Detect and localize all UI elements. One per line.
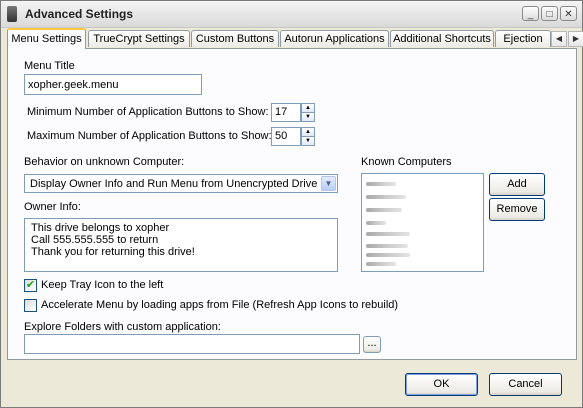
owner-info-line: Thank you for returning this drive!: [31, 246, 195, 258]
owner-info-textarea[interactable]: This drive belongs to xopher Call 555.55…: [24, 218, 338, 272]
add-button[interactable]: Add: [489, 173, 545, 196]
minimize-button[interactable]: _: [522, 6, 539, 21]
behavior-label: Behavior on unknown Computer:: [24, 156, 185, 168]
menu-title-label: Menu Title: [24, 60, 75, 72]
tab-strip: Menu Settings TrueCrypt Settings Custom …: [7, 28, 583, 49]
tab-additional-shortcuts[interactable]: Additional Shortcuts: [390, 30, 494, 47]
tab-truecrypt-settings[interactable]: TrueCrypt Settings: [88, 30, 190, 47]
close-button[interactable]: ✕: [560, 6, 577, 21]
keep-tray-checkbox[interactable]: ✔: [24, 279, 37, 292]
cancel-button[interactable]: Cancel: [489, 373, 562, 396]
maximize-button[interactable]: □: [541, 6, 558, 21]
advanced-settings-window: Advanced Settings _ □ ✕ Menu Settings Tr…: [0, 0, 583, 408]
accelerate-menu-checkbox[interactable]: [24, 299, 37, 312]
min-buttons-value[interactable]: 17: [271, 103, 301, 122]
list-item[interactable]: [366, 221, 386, 225]
chevron-down-icon[interactable]: ▼: [321, 176, 336, 191]
list-item[interactable]: [366, 253, 410, 257]
min-buttons-label: Minimum Number of Application Buttons to…: [27, 106, 269, 118]
usb-drive-icon: [7, 6, 17, 22]
known-computers-list[interactable]: [361, 173, 484, 272]
tab-scroll-arrows: ◀ ▶: [551, 31, 583, 47]
browse-button[interactable]: ...: [363, 336, 381, 353]
owner-info-line: This drive belongs to xopher: [31, 222, 170, 234]
owner-info-label: Owner Info:: [24, 201, 81, 213]
tab-ejection[interactable]: Ejection: [495, 30, 551, 47]
window-title: Advanced Settings: [25, 7, 134, 21]
tab-autorun-applications[interactable]: Autorun Applications: [280, 30, 389, 47]
explore-folders-label: Explore Folders with custom application:: [24, 321, 221, 333]
behavior-selected: Display Owner Info and Run Menu from Une…: [30, 178, 318, 190]
list-item[interactable]: [366, 244, 408, 248]
max-buttons-label: Maximum Number of Application Buttons to…: [27, 130, 272, 142]
list-item[interactable]: [366, 182, 396, 186]
max-buttons-value[interactable]: 50: [271, 127, 301, 146]
ok-button[interactable]: OK: [405, 373, 478, 396]
tab-scroll-left-icon[interactable]: ◀: [551, 31, 567, 47]
list-item[interactable]: [366, 195, 406, 199]
max-buttons-down-icon[interactable]: ▼: [301, 136, 315, 146]
owner-info-line: Call 555.555.555 to return: [31, 234, 159, 246]
keep-tray-label: Keep Tray Icon to the left: [41, 279, 164, 291]
list-item[interactable]: [366, 208, 402, 212]
tab-custom-buttons[interactable]: Custom Buttons: [191, 30, 279, 47]
list-item[interactable]: [366, 232, 410, 236]
tab-scroll-right-icon[interactable]: ▶: [568, 31, 583, 47]
remove-button[interactable]: Remove: [489, 198, 545, 221]
menu-settings-panel: Menu Title Minimum Number of Application…: [7, 48, 577, 360]
accelerate-menu-label: Accelerate Menu by loading apps from Fil…: [41, 299, 399, 311]
list-item[interactable]: [366, 262, 396, 266]
explore-folders-input[interactable]: [24, 334, 360, 354]
behavior-dropdown[interactable]: Display Owner Info and Run Menu from Une…: [24, 174, 338, 193]
min-buttons-down-icon[interactable]: ▼: [301, 112, 315, 122]
known-computers-label: Known Computers: [361, 156, 452, 168]
menu-title-input[interactable]: [24, 74, 202, 95]
title-bar[interactable]: Advanced Settings _ □ ✕: [1, 1, 582, 28]
tab-menu-settings[interactable]: Menu Settings: [7, 28, 86, 49]
